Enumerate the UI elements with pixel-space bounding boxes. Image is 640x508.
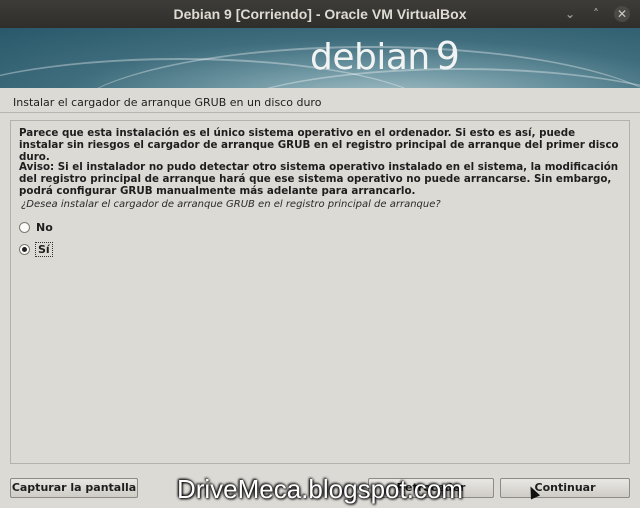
debian-logo: debian 9 xyxy=(310,34,460,78)
radio-si[interactable] xyxy=(19,243,30,255)
divider xyxy=(0,112,640,113)
minimize-icon[interactable]: ⌄ xyxy=(562,6,578,22)
capture-screen-button[interactable]: Capturar la pantalla xyxy=(10,478,138,498)
close-icon[interactable]: ✕ xyxy=(614,6,630,22)
step-heading: Instalar el cargador de arranque GRUB en… xyxy=(13,96,322,109)
back-button[interactable]: Retroceder xyxy=(368,478,494,498)
info-paragraph: Parece que esta instalación es el único … xyxy=(19,127,619,163)
debian-banner: debian 9 xyxy=(0,28,640,88)
debian-logo-text: debian xyxy=(310,37,430,78)
option-no-label: No xyxy=(36,220,53,234)
radio-no[interactable] xyxy=(19,221,30,233)
debian-logo-version: 9 xyxy=(435,34,460,78)
option-si[interactable]: Sí xyxy=(19,241,53,257)
question-text: ¿Desea instalar el cargador de arranque … xyxy=(21,199,441,210)
warning-paragraph: Aviso: Si el instalador no pudo detectar… xyxy=(19,161,619,197)
content-panel: Parece que esta instalación es el único … xyxy=(10,120,630,464)
continue-button[interactable]: Continuar xyxy=(500,478,630,498)
option-si-label: Sí xyxy=(35,241,53,257)
option-no[interactable]: No xyxy=(19,219,53,235)
maximize-icon[interactable]: ˄ xyxy=(588,6,604,22)
window-titlebar: Debian 9 [Corriendo] - Oracle VM Virtual… xyxy=(0,0,640,28)
window-title: Debian 9 [Corriendo] - Oracle VM Virtual… xyxy=(173,6,467,22)
